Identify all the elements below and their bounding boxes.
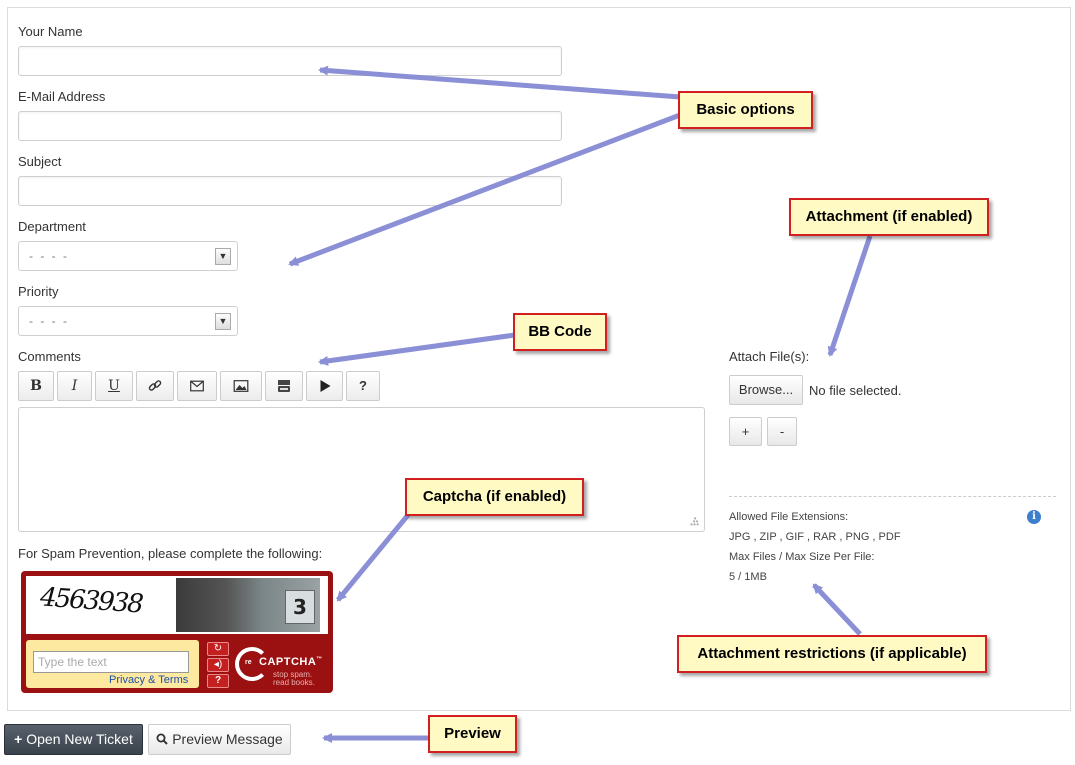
subject-label: Subject: [18, 154, 62, 169]
remove-file-button[interactable]: -: [767, 417, 797, 446]
recaptcha-logo-re: re: [245, 659, 252, 666]
open-ticket-button[interactable]: + Open New Ticket: [4, 724, 143, 755]
captcha-response-area: Type the text Privacy & Terms: [26, 640, 199, 688]
chevron-down-icon: ▼: [215, 248, 231, 265]
open-ticket-label: Open New Ticket: [26, 731, 133, 747]
bold-button[interactable]: B: [18, 371, 54, 401]
captcha-photo: 3: [176, 578, 320, 632]
bold-label: B: [30, 378, 42, 394]
plus-icon: +: [14, 731, 27, 747]
italic-button[interactable]: I: [57, 371, 92, 401]
callout-attachment: Attachment (if enabled): [789, 198, 989, 236]
image-icon: [233, 380, 249, 392]
info-icon[interactable]: i: [1027, 510, 1041, 524]
extensions-label: Allowed File Extensions:: [729, 511, 849, 523]
spam-label: For Spam Prevention, please complete the…: [18, 546, 323, 561]
priority-select[interactable]: - - - - ▼: [18, 306, 238, 336]
department-value: - - - -: [29, 249, 69, 263]
preview-label: Preview Message: [172, 731, 283, 747]
email-label: E-Mail Address: [18, 89, 106, 104]
recaptcha-widget: 4563938 3 Type the text Privacy & Terms …: [21, 571, 333, 693]
attach-label: Attach File(s):: [729, 349, 810, 364]
help-button[interactable]: ?: [346, 371, 380, 401]
help-label: ?: [359, 378, 367, 393]
email-input[interactable]: [18, 111, 562, 141]
department-select[interactable]: - - - - ▼: [18, 241, 238, 271]
audio-icon[interactable]: ◂): [207, 658, 229, 672]
play-icon: [320, 380, 330, 392]
privacy-terms-link[interactable]: Privacy & Terms: [109, 674, 188, 686]
captcha-input[interactable]: Type the text: [33, 651, 189, 673]
email-button[interactable]: [177, 371, 217, 401]
search-icon: [156, 733, 169, 745]
subject-input[interactable]: [18, 176, 562, 206]
youtube-icon: [278, 380, 290, 392]
recaptcha-slogan-line2: read books.: [273, 678, 315, 687]
comments-textarea[interactable]: • • • • • •: [18, 407, 705, 532]
captcha-image: 4563938 3: [26, 576, 328, 634]
email-icon: [190, 380, 204, 392]
extensions-value: JPG , ZIP , GIF , RAR , PNG , PDF: [729, 531, 901, 543]
image-button[interactable]: [220, 371, 262, 401]
chevron-down-icon: ▼: [215, 313, 231, 330]
refresh-icon[interactable]: ↻: [207, 642, 229, 656]
divider: [729, 496, 1056, 497]
italic-label: I: [71, 378, 78, 394]
captcha-word: 4563938: [39, 582, 143, 620]
browse-label: Browse...: [738, 382, 794, 397]
callout-basic-options: Basic options: [678, 91, 813, 129]
recaptcha-logo: re CAPTCHA™ stop spam. read books.: [235, 645, 329, 689]
captcha-photo-number: 3: [285, 590, 315, 624]
recaptcha-trademark: ™: [316, 656, 323, 663]
department-label: Department: [18, 219, 86, 234]
callout-restrictions: Attachment restrictions (if applicable): [677, 635, 987, 673]
limits-label: Max Files / Max Size Per File:: [729, 551, 875, 563]
browse-button[interactable]: Browse...: [729, 375, 803, 405]
add-file-button[interactable]: +: [729, 417, 762, 446]
no-file-text: No file selected.: [809, 383, 902, 398]
underline-button[interactable]: U: [95, 371, 133, 401]
youtube-button[interactable]: [265, 371, 303, 401]
comments-label: Comments: [18, 349, 81, 364]
recaptcha-logo-text: CAPTCHA: [259, 656, 317, 668]
name-input[interactable]: [18, 46, 562, 76]
name-label: Your Name: [18, 24, 83, 39]
callout-preview: Preview: [428, 715, 517, 753]
resize-grip-icon[interactable]: • • • • • •: [690, 515, 699, 529]
link-button[interactable]: [136, 371, 174, 401]
minus-icon: -: [779, 424, 785, 439]
video-button[interactable]: [306, 371, 343, 401]
callout-captcha: Captcha (if enabled): [405, 478, 584, 516]
plus-icon: +: [741, 424, 750, 439]
priority-value: - - - -: [29, 314, 69, 328]
recaptcha-slogan: stop spam. read books.: [273, 671, 315, 687]
underline-label: U: [108, 378, 120, 394]
callout-bbcode: BB Code: [513, 313, 607, 351]
recaptcha-logo-name: CAPTCHA™: [259, 656, 323, 668]
preview-button[interactable]: Preview Message: [148, 724, 291, 755]
help-icon[interactable]: ?: [207, 674, 229, 688]
priority-label: Priority: [18, 284, 59, 299]
limits-value: 5 / 1MB: [729, 571, 767, 583]
link-icon: [148, 380, 162, 391]
